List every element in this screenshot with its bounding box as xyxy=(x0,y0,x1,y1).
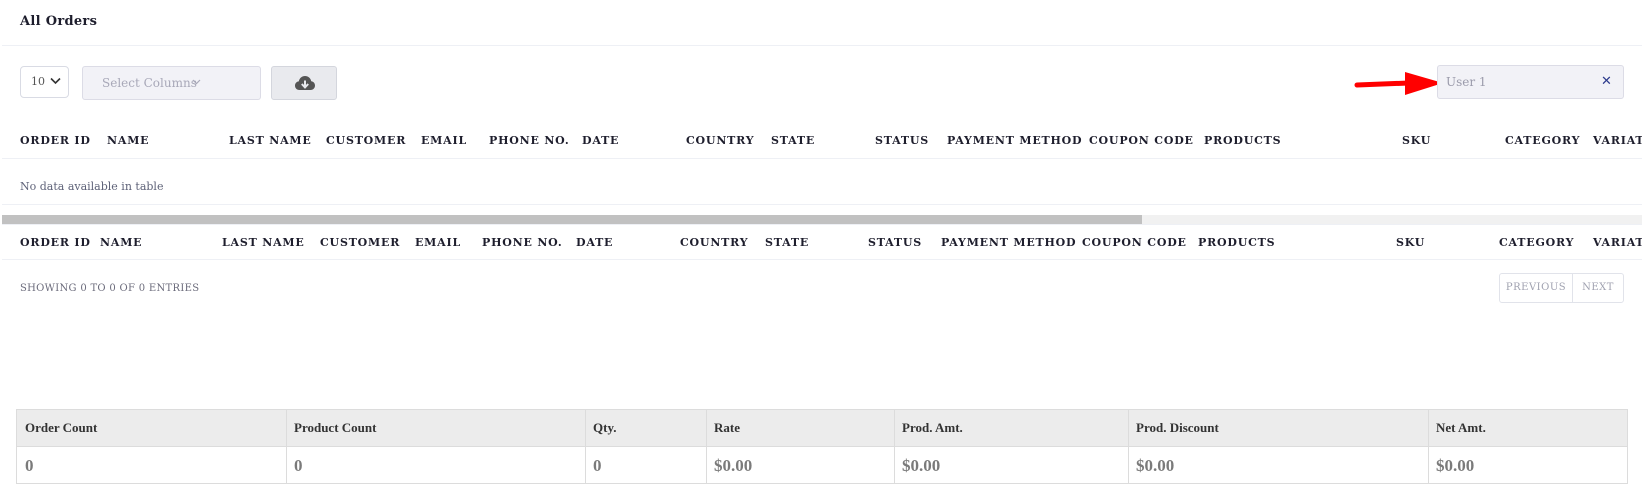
page-length-select[interactable]: 10 xyxy=(20,66,69,98)
select-columns-dropdown[interactable]: Select Columns xyxy=(82,66,261,100)
column-header[interactable]: EMAIL xyxy=(421,134,467,147)
summary-value-net-amt: $0.00 xyxy=(1436,456,1475,475)
footer-bottom-divider xyxy=(2,259,1642,260)
pagination: PREVIOUS NEXT xyxy=(1499,273,1624,303)
table-footer-header: ORDER ID NAME LAST NAME CUSTOMER EMAIL P… xyxy=(2,232,1642,254)
summary-value-prod-amt: $0.00 xyxy=(902,456,941,475)
summary-value-order-count: 0 xyxy=(25,456,34,475)
summary-header-row xyxy=(17,410,1627,447)
search-input[interactable] xyxy=(1446,73,1596,91)
title-divider xyxy=(2,45,1642,46)
column-footer: STATE xyxy=(765,236,810,249)
column-header[interactable]: SKU xyxy=(1402,134,1431,147)
red-arrow-icon xyxy=(1354,72,1443,95)
column-header[interactable]: VARIATI xyxy=(1593,134,1642,147)
column-footer: PAYMENT METHOD xyxy=(941,236,1077,249)
column-footer: PHONE NO. xyxy=(482,236,563,249)
chevron-down-icon xyxy=(50,77,61,85)
column-header[interactable]: STATE xyxy=(771,134,815,147)
column-header[interactable]: PRODUCTS xyxy=(1204,134,1281,147)
summary-header-prod-discount: Prod. Discount xyxy=(1136,420,1219,435)
column-footer: COUNTRY xyxy=(680,236,749,249)
cloud-download-icon xyxy=(295,76,315,90)
summary-value-rate: $0.00 xyxy=(714,456,753,475)
select-columns-placeholder: Select Columns xyxy=(102,76,197,90)
previous-page-button[interactable]: PREVIOUS xyxy=(1500,274,1573,302)
orders-panel: All Orders 10 Select Columns User 1 ✕ OR… xyxy=(2,0,1642,504)
column-header[interactable]: PHONE NO. xyxy=(489,134,570,147)
summary-header-order-count: Order Count xyxy=(25,420,98,435)
chevron-down-icon xyxy=(192,79,201,85)
column-header[interactable]: DATE xyxy=(582,134,619,147)
column-header[interactable]: CATEGORY xyxy=(1505,134,1580,147)
table-header: ORDER ID NAME LAST NAME CUSTOMER EMAIL P… xyxy=(2,130,1642,152)
column-footer: NAME xyxy=(100,236,143,249)
column-header[interactable]: COUNTRY xyxy=(686,134,754,147)
scrollbar-thumb[interactable] xyxy=(2,215,1142,224)
column-footer: DATE xyxy=(576,236,614,249)
column-footer: VARIATI xyxy=(1593,236,1642,249)
summary-table: Order Count Product Count Qty. Rate Prod… xyxy=(16,409,1628,484)
horizontal-scrollbar[interactable] xyxy=(2,215,1642,224)
table-info: SHOWING 0 TO 0 OF 0 ENTRIES xyxy=(20,283,200,294)
empty-table-message: No data available in table xyxy=(20,180,164,193)
column-header[interactable]: COUPON CODE xyxy=(1089,134,1194,147)
column-footer: EMAIL xyxy=(415,236,461,249)
footer-top-divider xyxy=(2,224,1642,225)
column-footer: LAST NAME xyxy=(222,236,305,249)
summary-divider xyxy=(286,410,287,483)
panel-title: All Orders xyxy=(20,14,98,29)
column-header[interactable]: NAME xyxy=(107,134,149,147)
column-header[interactable]: ORDER ID xyxy=(20,134,91,147)
column-header[interactable]: PAYMENT METHOD xyxy=(947,134,1082,147)
page: All Orders 10 Select Columns User 1 ✕ OR… xyxy=(0,0,1650,504)
search-field[interactable]: ✕ xyxy=(1437,65,1624,99)
download-button[interactable] xyxy=(271,66,337,100)
summary-value-qty: 0 xyxy=(593,456,602,475)
column-header[interactable]: LAST NAME xyxy=(229,134,312,147)
page-length-value: 10 xyxy=(31,75,45,88)
summary-header-qty: Qty. xyxy=(593,420,617,435)
summary-divider xyxy=(1428,410,1429,483)
clear-search-icon[interactable]: ✕ xyxy=(1601,75,1612,89)
summary-header-prod-amt: Prod. Amt. xyxy=(902,420,963,435)
column-header[interactable]: STATUS xyxy=(875,134,929,147)
summary-header-rate: Rate xyxy=(714,420,740,435)
summary-divider xyxy=(585,410,586,483)
summary-value-prod-discount: $0.00 xyxy=(1136,456,1175,475)
column-footer: PRODUCTS xyxy=(1198,236,1276,249)
body-divider xyxy=(2,204,1642,205)
column-footer: STATUS xyxy=(868,236,922,249)
column-footer: CUSTOMER xyxy=(320,236,401,249)
summary-divider xyxy=(1128,410,1129,483)
header-divider xyxy=(2,158,1642,159)
next-page-button[interactable]: NEXT xyxy=(1573,274,1623,302)
column-footer: CATEGORY xyxy=(1499,236,1575,249)
summary-header-net-amt: Net Amt. xyxy=(1436,420,1486,435)
column-footer: ORDER ID xyxy=(20,236,91,249)
column-footer: COUPON CODE xyxy=(1082,236,1187,249)
summary-divider xyxy=(706,410,707,483)
summary-value-product-count: 0 xyxy=(294,456,303,475)
summary-header-product-count: Product Count xyxy=(294,420,377,435)
column-footer: SKU xyxy=(1396,236,1426,249)
column-header[interactable]: CUSTOMER xyxy=(326,134,406,147)
summary-divider xyxy=(894,410,895,483)
